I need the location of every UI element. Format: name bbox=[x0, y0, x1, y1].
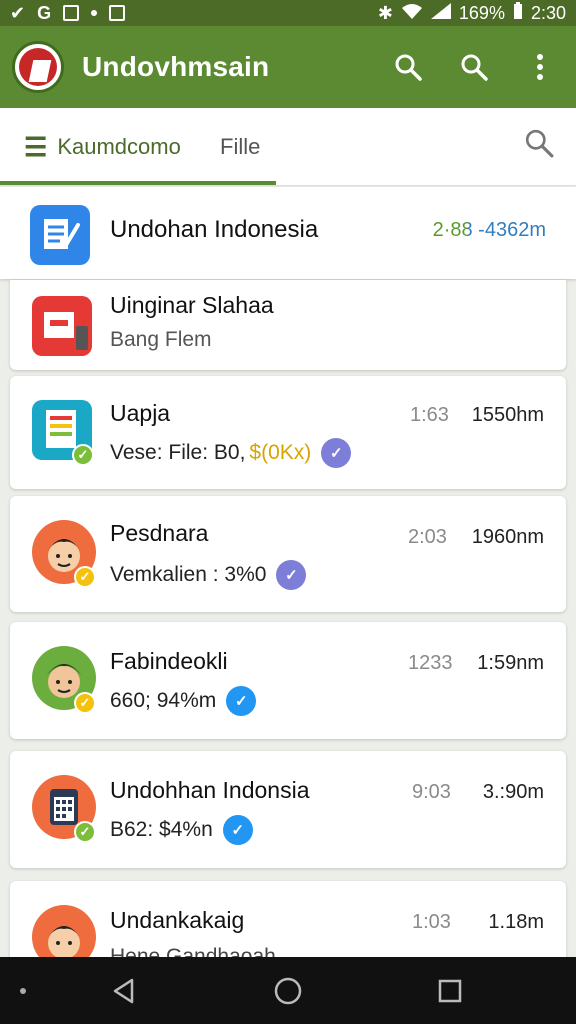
item-subtitle: B62: $4%n ✓ bbox=[110, 815, 253, 845]
item-title: Uapja bbox=[110, 400, 171, 426]
bluetooth-icon: ✱ bbox=[377, 2, 393, 23]
item-size: 1.18m bbox=[488, 911, 544, 933]
app-logo bbox=[12, 41, 64, 93]
tab-file-label: Fille bbox=[220, 134, 261, 159]
item-size: 1:59nm bbox=[477, 652, 544, 674]
check-icon: ✓ bbox=[74, 821, 96, 843]
item-size: 3.:90m bbox=[482, 781, 544, 803]
tab-search-button[interactable] bbox=[524, 128, 554, 163]
search-button[interactable] bbox=[390, 49, 426, 85]
clock: 2:30 bbox=[530, 2, 566, 23]
notification-app-icon bbox=[63, 5, 80, 21]
recents-button[interactable] bbox=[436, 977, 464, 1010]
search-button-secondary[interactable] bbox=[456, 49, 492, 85]
battery-icon bbox=[513, 1, 523, 25]
check-icon: ✓ bbox=[74, 566, 96, 588]
tab-indicator bbox=[0, 181, 276, 185]
check-icon: ✓ bbox=[72, 444, 94, 466]
item-time: 1:63 bbox=[410, 404, 449, 426]
item-size: 1550hm bbox=[471, 404, 544, 426]
item-time: 1233 bbox=[408, 652, 453, 674]
item-subtitle: Bang Flem bbox=[110, 328, 212, 351]
document-icon bbox=[30, 205, 90, 265]
tab-file[interactable]: Fille bbox=[220, 108, 260, 186]
file-image-icon bbox=[32, 296, 92, 356]
recents-icon bbox=[438, 979, 462, 1003]
verified-icon: ✓ bbox=[226, 686, 257, 716]
home-button[interactable] bbox=[272, 975, 304, 1012]
item-time: 9:03 bbox=[412, 781, 451, 803]
item-title: Undohan Indonesia bbox=[110, 216, 319, 243]
app-bar: Undovhmsain bbox=[0, 26, 576, 108]
battery-percent: 169% bbox=[458, 2, 505, 23]
system-nav-bar bbox=[0, 957, 576, 1024]
menu-icon: ☰ bbox=[24, 131, 48, 162]
item-size: 1960nm bbox=[471, 526, 544, 548]
item-title: Undankakaig bbox=[110, 907, 245, 933]
verified-icon: ✓ bbox=[321, 438, 352, 468]
notification-check-icon: ✔ bbox=[10, 2, 26, 23]
google-icon: G bbox=[37, 2, 52, 23]
search-icon bbox=[461, 54, 488, 81]
item-title: Undohhan Indonsia bbox=[110, 777, 310, 803]
item-subtitle: Vese: File: B0, $(0Kx) ✓ bbox=[110, 438, 352, 468]
signal-icon bbox=[430, 2, 451, 24]
overflow-menu-button[interactable] bbox=[522, 49, 558, 85]
tab-home-label: Kaumdcomo bbox=[57, 134, 181, 159]
tab-bar: ☰ Kaumdcomo Fille bbox=[0, 108, 576, 186]
back-icon bbox=[113, 978, 134, 1004]
list-item[interactable]: ✓ Pesdnara 2:03 1960nm Vemkalien : 3%0 ✓ bbox=[10, 496, 566, 612]
home-icon bbox=[274, 977, 302, 1005]
item-subtitle: 660; 94%m ✓ bbox=[110, 686, 257, 716]
verified-icon: ✓ bbox=[222, 815, 253, 845]
gmail-icon bbox=[109, 5, 126, 21]
search-icon bbox=[395, 54, 422, 81]
status-bar: ✔ G ✱ 169% 2:30 bbox=[0, 0, 576, 26]
item-meta: 2·88 -4362m bbox=[432, 219, 546, 241]
item-title: Pesdnara bbox=[110, 520, 209, 546]
list-item[interactable]: ✓ Undohhan Indonsia 9:03 3.:90m B62: $4%… bbox=[10, 751, 566, 868]
item-time: 2:03 bbox=[408, 526, 447, 548]
verified-icon: ✓ bbox=[276, 560, 307, 590]
wifi-icon bbox=[401, 3, 423, 24]
back-button[interactable] bbox=[110, 977, 138, 1010]
list-item[interactable]: ✓ Fabindeokli 1233 1:59nm 660; 94%m ✓ bbox=[10, 622, 566, 739]
nav-dot bbox=[20, 988, 26, 994]
check-icon: ✓ bbox=[74, 692, 96, 714]
app-title: Undovhmsain bbox=[82, 51, 270, 82]
tab-home[interactable]: ☰ Kaumdcomo bbox=[24, 108, 181, 186]
item-title: Uinginar Slahaa bbox=[110, 292, 274, 318]
item-title: Fabindeokli bbox=[110, 648, 228, 674]
item-time: 1:03 bbox=[412, 911, 451, 933]
item-subtitle: Vemkalien : 3%0 ✓ bbox=[110, 560, 307, 590]
list-item[interactable]: ✓ Uapja 1:63 1550hm Vese: File: B0, $(0Kx… bbox=[10, 376, 566, 489]
list-item[interactable]: Uinginar Slahaa Bang Flem bbox=[10, 280, 566, 370]
notification-dot-icon bbox=[91, 10, 98, 16]
more-vert-icon bbox=[537, 54, 543, 80]
search-icon bbox=[525, 129, 554, 158]
pinned-item[interactable]: Undohan Indonesia 2·88 -4362m bbox=[0, 187, 576, 279]
